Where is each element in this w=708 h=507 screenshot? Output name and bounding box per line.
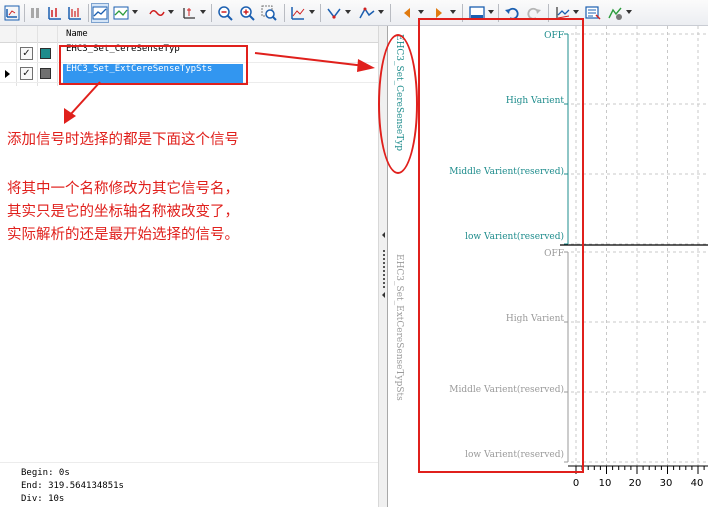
cursor-graph-icon[interactable]: [46, 3, 64, 23]
signal-visible-checkbox[interactable]: ✓: [20, 67, 33, 80]
axis-xy-icon[interactable]: [180, 3, 198, 23]
annotation-ellipse: [378, 34, 418, 174]
current-row-indicator-icon: [5, 70, 10, 78]
zoom-out-icon[interactable]: [216, 3, 234, 23]
axis-title-bottom: EHC3_Set_ExtCereSenseTypSts: [394, 254, 404, 401]
signal-visible-checkbox[interactable]: ✓: [20, 47, 33, 60]
info-end: End: 319.564134851s: [21, 481, 124, 491]
collapse-left-icon[interactable]: [382, 232, 385, 238]
signal-chart-dropdown-icon[interactable]: [573, 10, 579, 14]
x-tick-label: 0: [572, 478, 580, 489]
annotation-text: 实际解析的还是最开始选择的信号。: [7, 227, 239, 243]
splitter-grip[interactable]: [383, 250, 385, 288]
x-tick-label: 40: [690, 478, 704, 489]
signal-color-swatch[interactable]: [40, 48, 51, 59]
chart-layout-icon[interactable]: [112, 3, 130, 23]
layout-split-dropdown-icon[interactable]: [488, 10, 494, 14]
trend-dropdown-icon[interactable]: [378, 10, 384, 14]
info-begin: Begin: 0s: [21, 468, 70, 478]
signal-settings-icon[interactable]: [606, 3, 624, 23]
marker-dropdown-icon[interactable]: [345, 10, 351, 14]
zoom-in-icon[interactable]: [238, 3, 256, 23]
column-header-name[interactable]: Name: [66, 29, 88, 39]
step-back-icon[interactable]: [398, 3, 416, 23]
x-tick-label: 30: [659, 478, 673, 489]
axis-xy-dropdown-icon[interactable]: [200, 10, 206, 14]
view-mode-icon[interactable]: [91, 3, 109, 23]
info-div: Div: 10s: [21, 494, 65, 504]
annotation-text: 将其中一个名称修改为其它信号名，: [7, 181, 239, 197]
fit-view-icon[interactable]: [3, 3, 21, 23]
line-style-icon[interactable]: [148, 3, 166, 23]
step-back-dropdown-icon[interactable]: [418, 10, 424, 14]
multi-cursor-icon[interactable]: [66, 3, 84, 23]
x-tick-label: 10: [598, 478, 612, 489]
step-forward-dropdown-icon[interactable]: [450, 10, 456, 14]
export-data-icon[interactable]: [584, 3, 602, 23]
graph-area-icon[interactable]: [289, 3, 307, 23]
annotation-axis-box: [418, 18, 584, 473]
annotation-text: 其实只是它的坐标轴名称被改变了，: [7, 204, 239, 220]
line-style-dropdown-icon[interactable]: [168, 10, 174, 14]
signal-color-swatch[interactable]: [40, 68, 51, 79]
info-pane: Begin: 0s End: 319.564134851s Div: 10s: [0, 462, 378, 507]
toolbar: [0, 0, 708, 26]
marker-icon[interactable]: [325, 3, 343, 23]
annotation-text: 添加信号时选择的都是下面这个信号: [7, 132, 239, 148]
pause-icon[interactable]: [26, 3, 44, 23]
chart-area: EHC3_Set_CereSenseTyp EHC3_Set_ExtCereSe…: [378, 18, 708, 507]
annotation-highlight-box: [59, 45, 248, 85]
x-tick-label: 20: [628, 478, 642, 489]
signal-list-panel: Name ✓ EHC3_Set_CereSenseTyp ✓ EHC3_Set_…: [0, 26, 378, 462]
signal-settings-dropdown-icon[interactable]: [626, 10, 632, 14]
chart-layout-dropdown-icon[interactable]: [132, 10, 138, 14]
graph-area-dropdown-icon[interactable]: [309, 10, 315, 14]
trend-icon[interactable]: [358, 3, 376, 23]
zoom-area-icon[interactable]: [260, 3, 278, 23]
collapse-left-icon[interactable]: [382, 292, 385, 298]
